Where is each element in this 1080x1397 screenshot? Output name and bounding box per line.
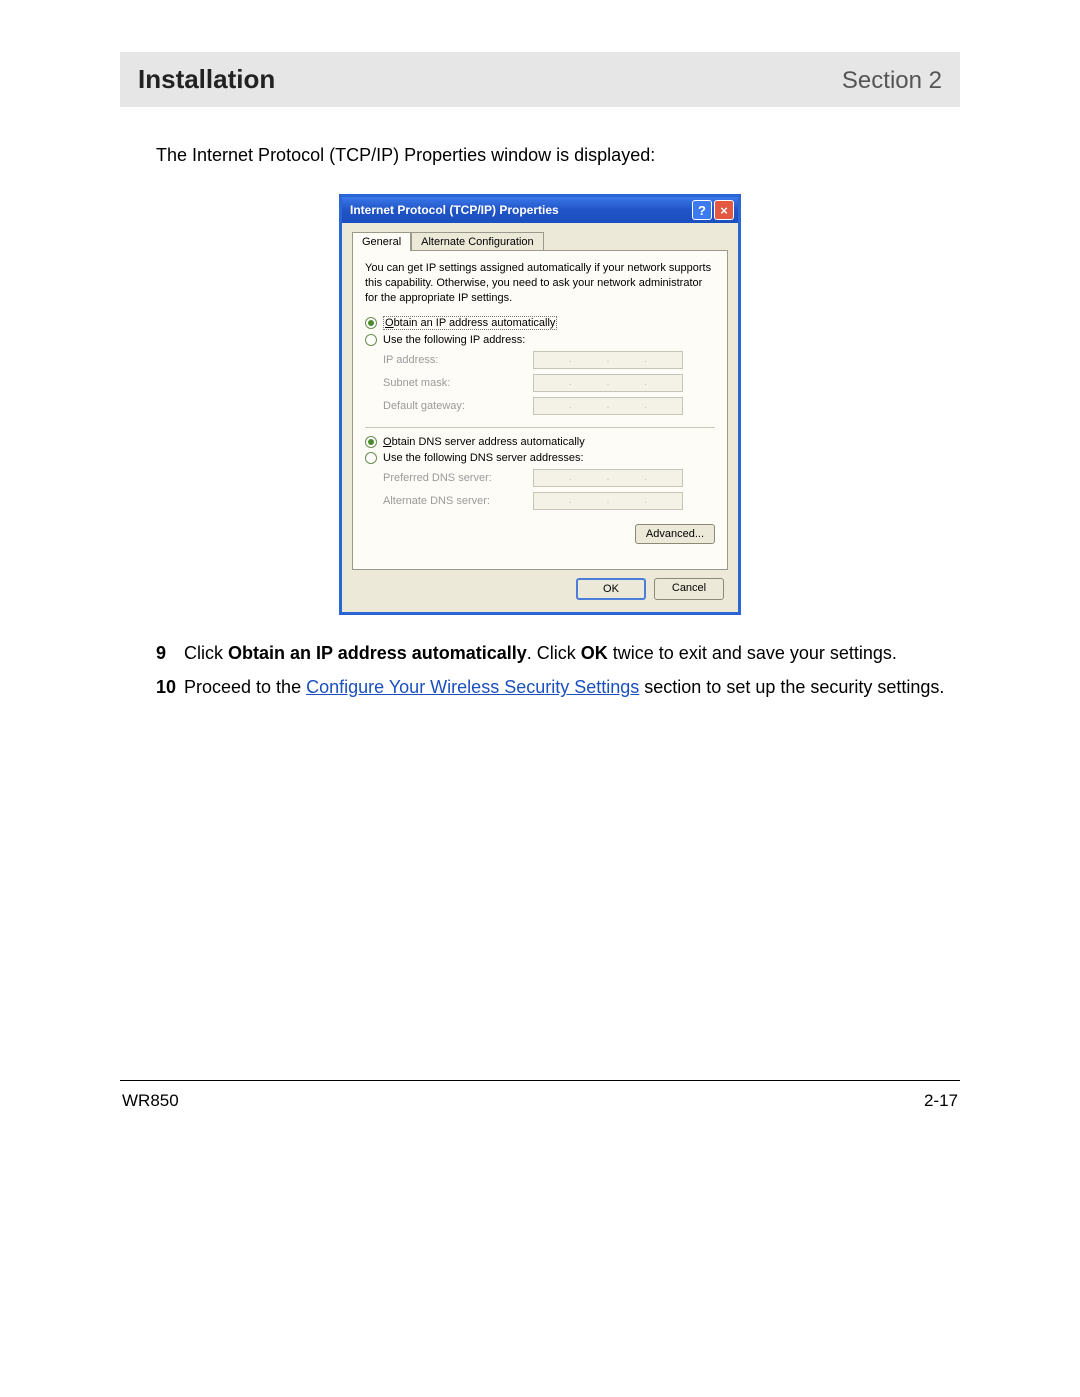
step-body: Click Obtain an IP address automatically… [184, 641, 960, 665]
page-footer: WR850 2-17 [120, 1091, 960, 1111]
cancel-button[interactable]: Cancel [654, 578, 724, 600]
dialog-titlebar[interactable]: Internet Protocol (TCP/IP) Properties ? … [342, 197, 738, 223]
radio-obtain-ip-auto[interactable]: Obtain an IP address automatically [365, 316, 715, 330]
field-default-gateway: Default gateway: ... [383, 397, 715, 415]
field-label: Alternate DNS server: [383, 495, 533, 507]
intro-text: The Internet Protocol (TCP/IP) Propertie… [156, 145, 960, 166]
tab-general[interactable]: General [352, 232, 411, 251]
radio-use-following-dns[interactable]: Use the following DNS server addresses: [365, 452, 715, 464]
page-header: Installation Section 2 [120, 52, 960, 107]
radio-icon [365, 317, 377, 329]
field-preferred-dns: Preferred DNS server: ... [383, 469, 715, 487]
step-9: 9 Click Obtain an IP address automatical… [156, 641, 960, 665]
step-body: Proceed to the Configure Your Wireless S… [184, 675, 960, 699]
footer-rule [120, 1080, 960, 1081]
header-title: Installation [138, 64, 275, 95]
field-subnet-mask: Subnet mask: ... [383, 374, 715, 392]
header-section: Section 2 [842, 67, 942, 95]
advanced-button[interactable]: Advanced... [635, 524, 715, 544]
field-label: Default gateway: [383, 400, 533, 412]
tab-panel-general: You can get IP settings assigned automat… [352, 250, 728, 570]
tabstrip: General Alternate Configuration [352, 232, 728, 251]
radio-icon [365, 452, 377, 464]
dialog-description: You can get IP settings assigned automat… [365, 261, 715, 306]
field-label: IP address: [383, 354, 533, 366]
radio-obtain-dns-auto[interactable]: Obtain DNS server address automatically [365, 436, 715, 448]
field-alternate-dns: Alternate DNS server: ... [383, 492, 715, 510]
instruction-steps: 9 Click Obtain an IP address automatical… [156, 641, 960, 700]
radio-label: Obtain an IP address automatically [383, 316, 557, 330]
field-label: Preferred DNS server: [383, 472, 533, 484]
step-number: 10 [156, 675, 184, 699]
help-icon[interactable]: ? [692, 200, 712, 220]
field-label: Subnet mask: [383, 377, 533, 389]
step-number: 9 [156, 641, 184, 665]
radio-label: Use the following DNS server addresses: [383, 452, 584, 464]
tcpip-properties-dialog: Internet Protocol (TCP/IP) Properties ? … [339, 194, 741, 615]
ip-input[interactable]: ... [533, 351, 683, 369]
ip-input[interactable]: ... [533, 374, 683, 392]
step-10: 10 Proceed to the Configure Your Wireles… [156, 675, 960, 699]
link-configure-wireless-security[interactable]: Configure Your Wireless Security Setting… [306, 677, 639, 697]
radio-icon [365, 334, 377, 346]
ip-input[interactable]: ... [533, 492, 683, 510]
close-icon[interactable]: × [714, 200, 734, 220]
ip-input[interactable]: ... [533, 397, 683, 415]
footer-model: WR850 [122, 1091, 179, 1111]
radio-use-following-ip[interactable]: Use the following IP address: [365, 334, 715, 346]
field-ip-address: IP address: ... [383, 351, 715, 369]
radio-label: Use the following IP address: [383, 334, 525, 346]
ip-input[interactable]: ... [533, 469, 683, 487]
tab-alternate-configuration[interactable]: Alternate Configuration [411, 232, 544, 251]
dialog-title: Internet Protocol (TCP/IP) Properties [350, 203, 692, 217]
radio-icon [365, 436, 377, 448]
ok-button[interactable]: OK [576, 578, 646, 600]
divider [365, 427, 715, 428]
radio-label: Obtain DNS server address automatically [383, 436, 585, 448]
footer-page-number: 2-17 [924, 1091, 958, 1111]
